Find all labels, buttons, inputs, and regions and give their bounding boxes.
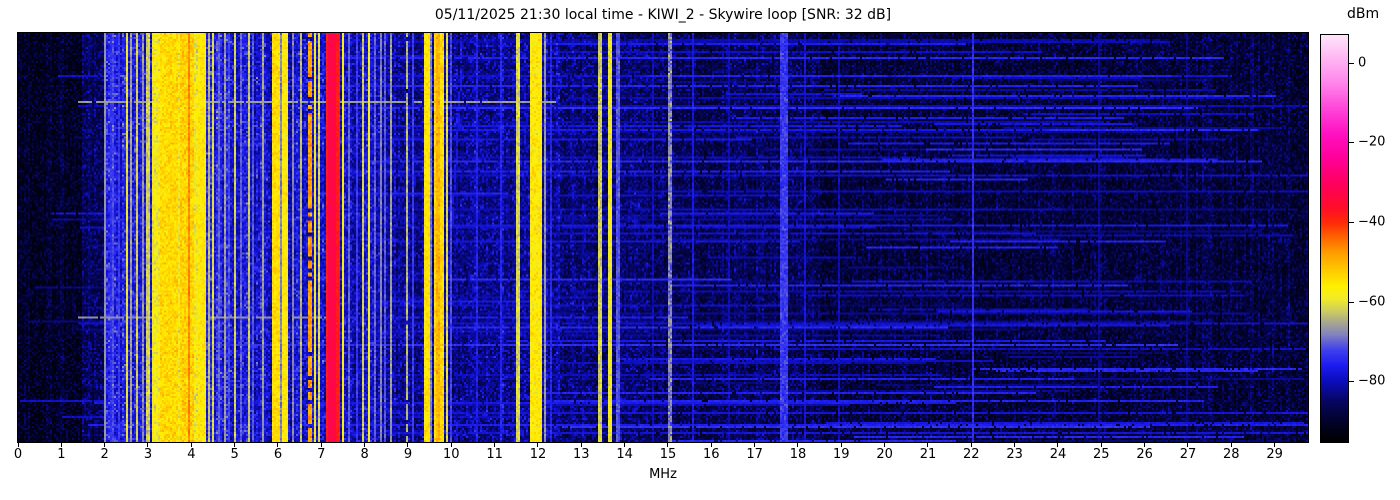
colorbar-tick-label: −80 — [1358, 373, 1386, 389]
colorbar — [1320, 34, 1349, 443]
x-tick-label: 19 — [833, 447, 850, 462]
colorbar-tick-label: 0 — [1358, 55, 1367, 71]
x-tick-label: 12 — [529, 447, 547, 462]
x-tick-label: 26 — [1136, 447, 1153, 462]
x-tick-label: 7 — [317, 447, 326, 462]
colorbar-tick-mark — [1349, 142, 1354, 144]
chart-title: 05/11/2025 21:30 local time - KIWI_2 - S… — [434, 7, 892, 23]
x-tick-label: 4 — [187, 447, 196, 462]
x-tick-label: 0 — [13, 447, 23, 462]
x-tick-label: 15 — [659, 447, 677, 462]
x-tick-label: 27 — [1179, 447, 1197, 462]
colorbar-tick-mark — [1349, 301, 1354, 303]
x-tick-label: 16 — [703, 447, 720, 462]
colorbar-tick-mark — [1349, 222, 1354, 224]
colorbar-unit-label: dBm — [1347, 6, 1380, 22]
colorbar-tick-label: −60 — [1358, 294, 1386, 310]
x-tick-label: 11 — [486, 447, 503, 462]
x-tick-label: 23 — [1006, 447, 1023, 462]
spectrogram-canvas — [18, 33, 1308, 442]
x-tick-label: 17 — [746, 447, 763, 462]
x-tick-label: 22 — [963, 447, 980, 462]
x-tick-label: 9 — [403, 447, 413, 462]
x-axis-unit-label: MHz — [649, 467, 677, 482]
x-tick-label: 5 — [230, 447, 239, 462]
x-tick-label: 18 — [789, 447, 807, 462]
x-tick-label: 1 — [57, 447, 66, 462]
x-tick-label: 25 — [1093, 447, 1110, 462]
x-tick-label: 10 — [443, 447, 460, 462]
x-tick-label: 2 — [100, 447, 109, 462]
x-tick-label: 13 — [573, 447, 590, 462]
spectrogram-plot — [17, 32, 1309, 443]
x-tick-label: 20 — [876, 447, 893, 462]
x-tick-label: 29 — [1266, 447, 1283, 462]
x-tick-label: 3 — [143, 447, 153, 462]
colorbar-tick-label: −40 — [1358, 214, 1386, 230]
x-tick-label: 24 — [1049, 447, 1067, 462]
spectrogram-figure: 05/11/2025 21:30 local time - KIWI_2 - S… — [0, 0, 1400, 500]
x-tick-label: 6 — [273, 447, 283, 462]
colorbar-tick-mark — [1349, 381, 1354, 383]
colorbar-tick-mark — [1349, 62, 1354, 64]
x-tick-label: 28 — [1223, 447, 1240, 462]
colorbar-tick-label: −20 — [1358, 134, 1386, 150]
colorbar-canvas — [1321, 35, 1348, 442]
x-tick-label: 21 — [919, 447, 937, 462]
x-tick-label: 14 — [616, 447, 633, 462]
x-tick-label: 8 — [360, 447, 369, 462]
